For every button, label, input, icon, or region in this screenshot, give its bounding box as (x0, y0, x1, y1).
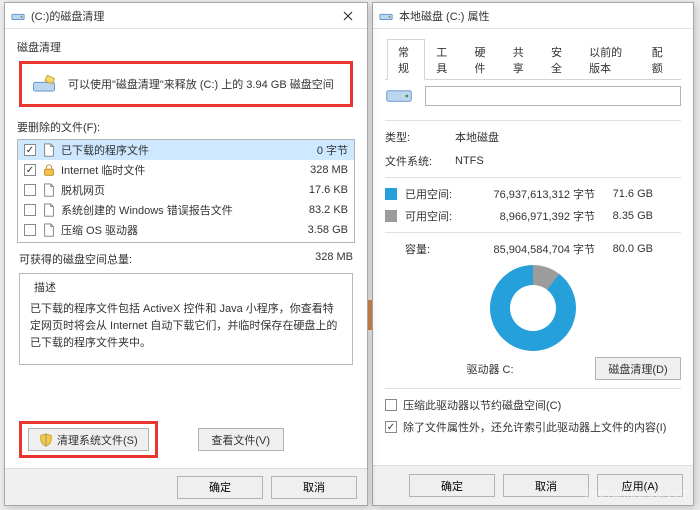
free-bytes: 8,966,971,392 字节 (465, 208, 595, 224)
description-heading: 描述 (30, 279, 60, 295)
file-icon (42, 203, 56, 217)
free-swatch (385, 210, 397, 222)
tab-general[interactable]: 常规 (387, 39, 425, 80)
file-icon (42, 143, 56, 157)
row-checkbox[interactable]: ✓ (24, 164, 36, 176)
drive-icon (379, 9, 393, 23)
total-size: 328 MB (315, 251, 353, 267)
row-size: 0 字节 (288, 142, 348, 158)
tab-security[interactable]: 安全 (540, 39, 578, 80)
row-name: 系统创建的 Windows 错误报告文件 (61, 202, 288, 218)
disk-cleanup-button[interactable]: 磁盘清理(D) (595, 357, 681, 380)
drive-label: 驱动器 C: (385, 361, 595, 377)
free-gb: 8.35 GB (595, 210, 653, 222)
tab-quota[interactable]: 配额 (641, 39, 679, 80)
summary-callout: 可以使用"磁盘清理"来释放 (C:) 上的 3.94 GB 磁盘空间 (19, 61, 353, 107)
window-title: (C:)的磁盘清理 (31, 8, 104, 24)
system-files-callout: 清理系统文件(S) (19, 421, 158, 458)
index-label: 除了文件属性外，还允许索引此驱动器上文件的内容(I) (403, 419, 666, 435)
close-button[interactable] (331, 3, 365, 29)
summary-text: 可以使用"磁盘清理"来释放 (C:) 上的 3.94 GB 磁盘空间 (68, 76, 334, 92)
compress-label: 压缩此驱动器以节约磁盘空间(C) (403, 397, 561, 413)
tabstrip: 常规 工具 硬件 共享 安全 以前的版本 配额 (385, 39, 681, 80)
file-row[interactable]: ✓ 已下载的程序文件0 字节 (18, 140, 354, 160)
shield-icon (39, 433, 53, 447)
lock-icon (42, 163, 56, 177)
row-size: 328 MB (288, 164, 348, 176)
titlebar[interactable]: 本地磁盘 (C:) 属性 (373, 3, 693, 29)
row-checkbox[interactable] (24, 224, 36, 236)
usage-donut-chart (490, 265, 576, 351)
drive-icon (11, 9, 25, 23)
tab-hardware[interactable]: 硬件 (463, 39, 501, 80)
tab-tools[interactable]: 工具 (425, 39, 463, 80)
cleanup-icon (30, 70, 58, 98)
ok-button[interactable]: 确定 (177, 476, 263, 499)
used-gb: 71.6 GB (595, 188, 653, 200)
tab-previous[interactable]: 以前的版本 (578, 39, 641, 80)
row-name: 已下载的程序文件 (61, 142, 288, 158)
cap-label: 容量: (405, 241, 465, 257)
titlebar[interactable]: (C:)的磁盘清理 (5, 3, 367, 29)
file-icon (42, 223, 56, 237)
row-size: 83.2 KB (288, 204, 348, 216)
cancel-button[interactable]: 取消 (271, 476, 357, 499)
fs-label: 文件系统: (385, 153, 455, 169)
file-row[interactable]: 压缩 OS 驱动器3.58 GB (18, 220, 354, 240)
drive-properties-window: 本地磁盘 (C:) 属性 常规 工具 硬件 共享 安全 以前的版本 配额 类型:… (372, 2, 694, 506)
view-files-button[interactable]: 查看文件(V) (198, 428, 284, 451)
disk-cleanup-window: (C:)的磁盘清理 磁盘清理 可以使用"磁盘清理"来释放 (C:) 上的 3.9… (4, 2, 368, 506)
used-swatch (385, 188, 397, 200)
button-bar: 确定 取消 应用(A) (373, 465, 693, 505)
description-group: 描述 已下载的程序文件包括 ActiveX 控件和 Java 小程序，你查看特定… (19, 273, 353, 365)
row-checkbox[interactable] (24, 184, 36, 196)
tab-sharing[interactable]: 共享 (502, 39, 540, 80)
drive-name-input[interactable] (425, 86, 681, 106)
fs-value: NTFS (455, 155, 484, 167)
cleanup-system-files-button[interactable]: 清理系统文件(S) (28, 428, 149, 451)
row-size: 3.58 GB (288, 224, 348, 236)
file-row[interactable]: 系统创建的 Windows 错误报告文件83.2 KB (18, 200, 354, 220)
drive-big-icon (385, 82, 413, 110)
row-checkbox[interactable]: ✓ (24, 144, 36, 156)
row-name: 脱机网页 (61, 182, 288, 198)
file-row[interactable]: 脱机网页17.6 KB (18, 180, 354, 200)
row-name: Internet 临时文件 (61, 162, 288, 178)
files-label: 要删除的文件(F): (17, 119, 355, 135)
cap-bytes: 85,904,584,704 字节 (465, 241, 595, 257)
cancel-button[interactable]: 取消 (503, 474, 589, 497)
file-row[interactable]: ✓ Internet 临时文件328 MB (18, 160, 354, 180)
row-size: 17.6 KB (288, 184, 348, 196)
apply-button[interactable]: 应用(A) (597, 474, 683, 497)
files-list[interactable]: ✓已下载的程序文件0 字节✓Internet 临时文件328 MB脱机网页17.… (17, 139, 355, 243)
index-checkbox[interactable]: ✓ (385, 421, 397, 433)
type-value: 本地磁盘 (455, 129, 499, 145)
description-text: 已下载的程序文件包括 ActiveX 控件和 Java 小程序，你查看特定网页时… (30, 301, 342, 352)
ok-button[interactable]: 确定 (409, 474, 495, 497)
cleanup-system-files-label: 清理系统文件(S) (57, 432, 138, 448)
used-label: 已用空间: (405, 186, 465, 202)
type-label: 类型: (385, 129, 455, 145)
compress-checkbox[interactable] (385, 399, 397, 411)
used-bytes: 76,937,613,312 字节 (465, 186, 595, 202)
cap-gb: 80.0 GB (595, 243, 653, 255)
file-icon (42, 183, 56, 197)
window-title: 本地磁盘 (C:) 属性 (399, 8, 489, 24)
button-bar: 确定 取消 (5, 468, 367, 505)
total-label: 可获得的磁盘空间总量: (19, 251, 315, 267)
row-name: 压缩 OS 驱动器 (61, 222, 288, 238)
tab-heading: 磁盘清理 (17, 39, 355, 55)
free-label: 可用空间: (405, 208, 465, 224)
row-checkbox[interactable] (24, 204, 36, 216)
